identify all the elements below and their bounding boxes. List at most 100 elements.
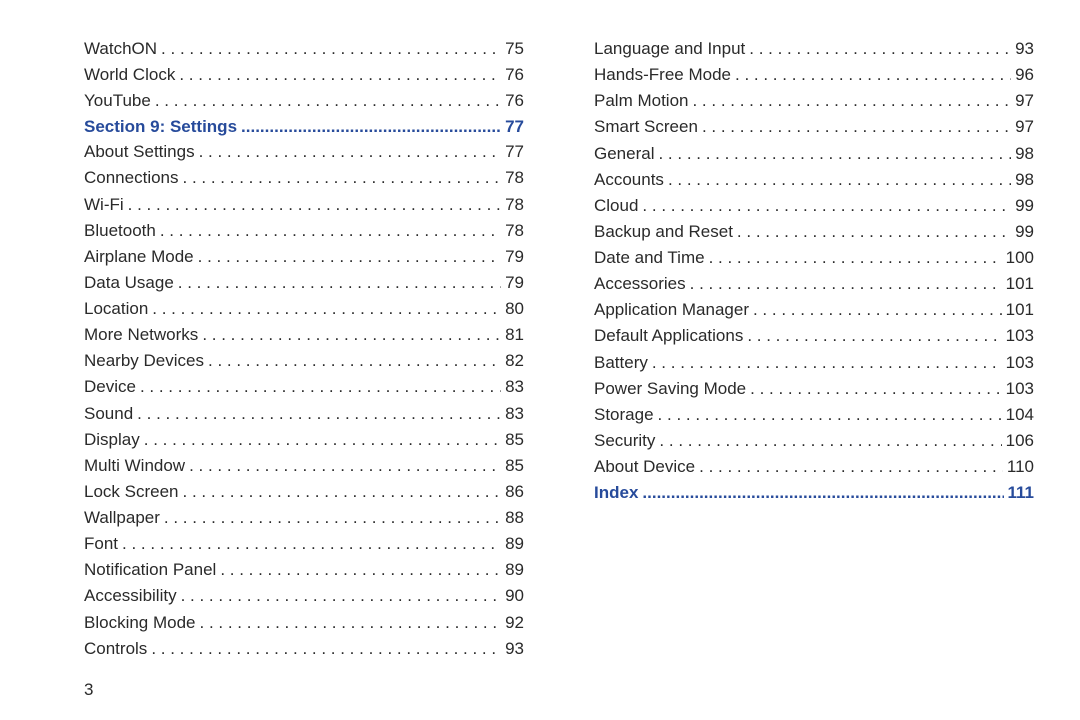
toc-section-heading[interactable]: Section 9: Settings77	[84, 116, 524, 139]
toc-leader-dots	[137, 403, 501, 426]
toc-entry-label: Cloud	[594, 195, 642, 218]
toc-leader-dots	[753, 299, 1002, 322]
toc-entry-label: Section 9: Settings	[84, 116, 241, 139]
toc-entry[interactable]: About Device110	[594, 456, 1034, 479]
toc-entry-label: Hands-Free Mode	[594, 64, 735, 87]
toc-entry-page: 97	[1011, 90, 1034, 113]
toc-entry[interactable]: Lock Screen 86	[84, 481, 524, 504]
toc-entry-label: Lock Screen	[84, 481, 183, 504]
toc-entry[interactable]: Battery103	[594, 352, 1034, 375]
toc-entry-page: 90	[501, 585, 524, 608]
toc-entry[interactable]: More Networks81	[84, 324, 524, 347]
toc-entry-page: 111	[1004, 482, 1035, 505]
toc-entry-page: 80	[501, 298, 524, 321]
toc-entry[interactable]: Hands-Free Mode 96	[594, 64, 1034, 87]
toc-entry[interactable]: World Clock76	[84, 64, 524, 87]
toc-leader-dots	[179, 64, 501, 87]
toc-leader-dots	[122, 533, 501, 556]
toc-entry[interactable]: Bluetooth78	[84, 220, 524, 243]
toc-entry[interactable]: Multi Window85	[84, 455, 524, 478]
toc-entry-page: 89	[501, 559, 524, 582]
toc-leader-dots	[128, 194, 501, 217]
toc-entry-page: 85	[501, 429, 524, 452]
toc-entry-label: Accessibility	[84, 585, 181, 608]
toc-entry[interactable]: Palm Motion97	[594, 90, 1034, 113]
toc-leader-dots	[652, 352, 1002, 375]
toc-entry[interactable]: Date and Time100	[594, 247, 1034, 270]
toc-entry[interactable]: Display85	[84, 429, 524, 452]
toc-entry[interactable]: Accessibility 90	[84, 585, 524, 608]
toc-entry-page: 101	[1002, 273, 1034, 296]
toc-entry-page: 81	[501, 324, 524, 347]
toc-entry-label: Accessories	[594, 273, 690, 296]
toc-section-heading[interactable]: Index 111	[594, 482, 1034, 505]
toc-entry[interactable]: Data Usage79	[84, 272, 524, 295]
toc-entry-page: 110	[1003, 456, 1034, 479]
toc-leader-dots	[658, 404, 1002, 427]
toc-leader-dots	[659, 430, 1001, 453]
toc-entry-page: 88	[501, 507, 524, 530]
toc-entry[interactable]: Sound 83	[84, 403, 524, 426]
toc-entry[interactable]: Language and Input93	[594, 38, 1034, 61]
toc-entry[interactable]: Power Saving Mode103	[594, 378, 1034, 401]
toc-entry[interactable]: Connections78	[84, 167, 524, 190]
toc-entry-label: Wi-Fi	[84, 194, 128, 217]
toc-entry[interactable]: General98	[594, 143, 1034, 166]
toc-entry[interactable]: WatchON75	[84, 38, 524, 61]
toc-leader-dots	[749, 38, 1011, 61]
toc-entry[interactable]: Accessories 101	[594, 273, 1034, 296]
toc-entry-label: Backup and Reset	[594, 221, 737, 244]
toc-leader-dots	[208, 350, 501, 373]
toc-entry-label: WatchON	[84, 38, 161, 61]
toc-entry-page: 106	[1002, 430, 1034, 453]
toc-leader-dots	[199, 141, 502, 164]
toc-entry-label: General	[594, 143, 658, 166]
toc-entry-label: Index	[594, 482, 642, 505]
toc-entry-label: Connections	[84, 167, 183, 190]
toc-leader-dots	[161, 38, 501, 61]
page-number: 3	[84, 680, 93, 700]
toc-entry[interactable]: Wi-Fi78	[84, 194, 524, 217]
toc-leader-dots	[155, 90, 501, 113]
toc-leader-dots	[747, 325, 1001, 348]
toc-leader-dots	[735, 64, 1011, 87]
toc-entry-label: Controls	[84, 638, 151, 661]
toc-entry-page: 99	[1011, 195, 1034, 218]
toc-entry-page: 83	[501, 403, 524, 426]
toc-entry[interactable]: Controls 93	[84, 638, 524, 661]
toc-entry[interactable]: Storage104	[594, 404, 1034, 427]
toc-entry[interactable]: Wallpaper88	[84, 507, 524, 530]
toc-entry-page: 96	[1011, 64, 1034, 87]
toc-entry-label: Sound	[84, 403, 137, 426]
toc-entry[interactable]: Font89	[84, 533, 524, 556]
toc-entry[interactable]: Default Applications103	[594, 325, 1034, 348]
toc-entry[interactable]: About Settings77	[84, 141, 524, 164]
toc-entry[interactable]: Smart Screen97	[594, 116, 1034, 139]
toc-entry-label: World Clock	[84, 64, 179, 87]
toc-entry[interactable]: Blocking Mode92	[84, 612, 524, 635]
toc-entry-page: 93	[501, 638, 524, 661]
toc-entry[interactable]: Airplane Mode79	[84, 246, 524, 269]
toc-entry-page: 100	[1002, 247, 1034, 270]
toc-leader-dots	[183, 481, 502, 504]
toc-left-column: WatchON75 World Clock76 YouTube76 Section 9…	[84, 38, 524, 720]
toc-entry-page: 83	[501, 376, 524, 399]
toc-entry-page: 86	[501, 481, 524, 504]
toc-entry[interactable]: Nearby Devices82	[84, 350, 524, 373]
toc-entry-page: 93	[1011, 38, 1034, 61]
toc-entry[interactable]: Notification Panel89	[84, 559, 524, 582]
toc-entry-label: Font	[84, 533, 122, 556]
toc-entry-label: Bluetooth	[84, 220, 160, 243]
toc-entry-page: 92	[501, 612, 524, 635]
toc-entry[interactable]: Cloud 99	[594, 195, 1034, 218]
toc-entry[interactable]: Location80	[84, 298, 524, 321]
toc-page: WatchON75 World Clock76 YouTube76 Section 9…	[0, 0, 1080, 720]
toc-entry[interactable]: Application Manager101	[594, 299, 1034, 322]
toc-entry[interactable]: YouTube76	[84, 90, 524, 113]
toc-entry[interactable]: Security106	[594, 430, 1034, 453]
toc-entry[interactable]: Accounts98	[594, 169, 1034, 192]
toc-leader-dots	[202, 324, 501, 347]
toc-entry[interactable]: Device83	[84, 376, 524, 399]
toc-entry[interactable]: Backup and Reset99	[594, 221, 1034, 244]
toc-entry-label: YouTube	[84, 90, 155, 113]
